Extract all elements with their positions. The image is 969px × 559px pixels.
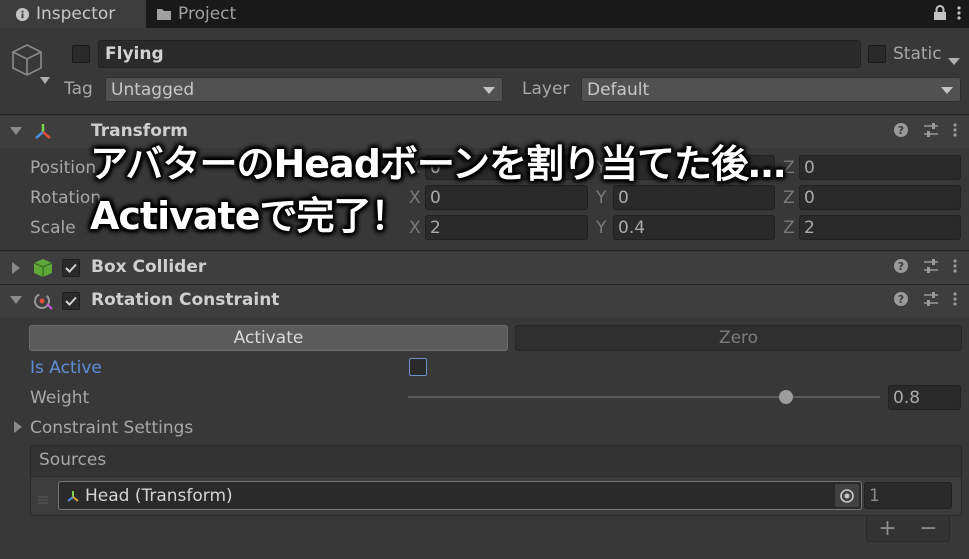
position-z-field[interactable]: 0 [799, 155, 961, 180]
presets-icon[interactable] [923, 291, 939, 311]
box-collider-component-header[interactable]: Box Collider ? [0, 252, 969, 284]
activate-button[interactable]: Activate [29, 325, 508, 351]
help-icon[interactable]: ? [893, 122, 909, 142]
more-options-icon[interactable] [953, 122, 957, 142]
tab-bar: Inspector Project [0, 0, 969, 28]
rotation-z-axis: Z [783, 188, 795, 208]
rotation-y-field[interactable]: 0 [613, 185, 775, 210]
static-label[interactable]: Static [893, 44, 942, 64]
scale-z-axis: Z [783, 218, 795, 238]
presets-icon[interactable] [923, 258, 939, 278]
constraint-settings-label[interactable]: Constraint Settings [30, 418, 193, 438]
is-active-label: Is Active [30, 358, 102, 378]
rotation-z-field[interactable]: 0 [799, 185, 961, 210]
is-active-checkbox[interactable] [409, 358, 427, 376]
rotation-constraint-component-header[interactable]: Rotation Constraint ? [0, 285, 969, 317]
help-icon[interactable]: ? [893, 258, 909, 278]
foldout-arrow-icon[interactable] [10, 127, 22, 135]
divider [0, 114, 969, 115]
tag-value: Untagged [111, 79, 195, 100]
active-toggle-checkbox[interactable] [72, 45, 90, 63]
tab-project-label: Project [178, 4, 237, 24]
folder-icon [156, 6, 172, 22]
foldout-arrow-icon[interactable] [12, 262, 20, 274]
tag-dropdown[interactable]: Untagged [105, 77, 503, 102]
scale-label: Scale [30, 218, 76, 238]
transform-axes-icon [32, 121, 54, 143]
static-dropdown-icon[interactable] [948, 51, 960, 70]
scale-y-field[interactable]: 0.4 [613, 215, 775, 240]
layer-dropdown[interactable]: Default [581, 77, 961, 102]
rotation-y-axis: Y [596, 188, 607, 208]
svg-text:?: ? [898, 293, 904, 306]
more-options-icon[interactable] [953, 258, 957, 278]
scale-x-field[interactable]: 2 [425, 215, 588, 240]
source-object-value: Head (Transform) [85, 485, 233, 506]
component-tools: ? [893, 258, 957, 278]
tab-inspector[interactable]: Inspector [0, 0, 146, 28]
divider [0, 250, 969, 251]
rotation-x-field[interactable]: 0 [425, 185, 588, 210]
box-collider-title: Box Collider [91, 257, 207, 277]
remove-source-button[interactable]: − [919, 516, 937, 541]
caption-line-1: アバターのHeadボーンを割り当てた後… [90, 142, 786, 186]
zero-button[interactable]: Zero [515, 325, 962, 351]
box-collider-icon [32, 257, 54, 279]
list-add-remove: + − [866, 516, 950, 542]
transform-axes-icon [65, 488, 81, 504]
tabbar-icons [933, 5, 961, 25]
presets-icon[interactable] [923, 122, 939, 142]
svg-text:?: ? [898, 260, 904, 273]
sources-label: Sources [39, 450, 107, 470]
tag-label: Tag [64, 79, 93, 99]
gameobject-cube-icon [10, 42, 44, 78]
drag-handle-icon[interactable] [38, 490, 48, 509]
icon-dropdown-arrow-icon[interactable] [40, 70, 50, 84]
help-icon[interactable]: ? [893, 291, 909, 311]
source-weight-field[interactable]: 1 [864, 482, 952, 509]
tab-project[interactable]: Project [152, 0, 236, 28]
add-source-button[interactable]: + [878, 516, 896, 541]
weight-label: Weight [30, 388, 90, 408]
source-object-field[interactable]: Head (Transform) [58, 481, 862, 510]
rotation-x-axis: X [409, 188, 421, 208]
chevron-down-icon [941, 87, 953, 94]
sources-list-header: Sources [30, 445, 962, 477]
scale-y-axis: Y [596, 218, 607, 238]
weight-field[interactable]: 0.8 [888, 385, 961, 410]
more-options-icon[interactable] [953, 291, 957, 311]
svg-text:?: ? [898, 124, 904, 137]
box-collider-enabled-checkbox[interactable] [62, 259, 80, 277]
info-icon [14, 6, 30, 22]
rotation-constraint-icon [32, 290, 54, 312]
tab-inspector-label: Inspector [36, 4, 116, 24]
more-options-icon[interactable] [957, 5, 961, 25]
layer-label: Layer [522, 79, 570, 99]
static-checkbox[interactable] [868, 45, 886, 63]
scale-x-axis: X [409, 218, 421, 238]
layer-value: Default [587, 79, 650, 100]
gameobject-name-field[interactable]: Flying [98, 40, 861, 68]
position-label: Position [30, 158, 97, 178]
weight-slider-handle[interactable] [778, 390, 793, 404]
constraint-settings-foldout-icon[interactable] [14, 421, 22, 433]
rotation-constraint-enabled-checkbox[interactable] [62, 292, 80, 310]
caption-line-2: Activateで完了！ [90, 194, 408, 238]
lock-icon[interactable] [933, 5, 947, 25]
rotation-constraint-title: Rotation Constraint [91, 290, 280, 310]
chevron-down-icon [483, 87, 495, 94]
weight-slider[interactable] [408, 390, 880, 404]
foldout-arrow-icon[interactable] [10, 296, 22, 304]
scale-z-field[interactable]: 2 [799, 215, 961, 240]
component-tools: ? [893, 291, 957, 311]
object-picker-icon[interactable] [835, 484, 859, 507]
component-tools: ? [893, 122, 957, 142]
